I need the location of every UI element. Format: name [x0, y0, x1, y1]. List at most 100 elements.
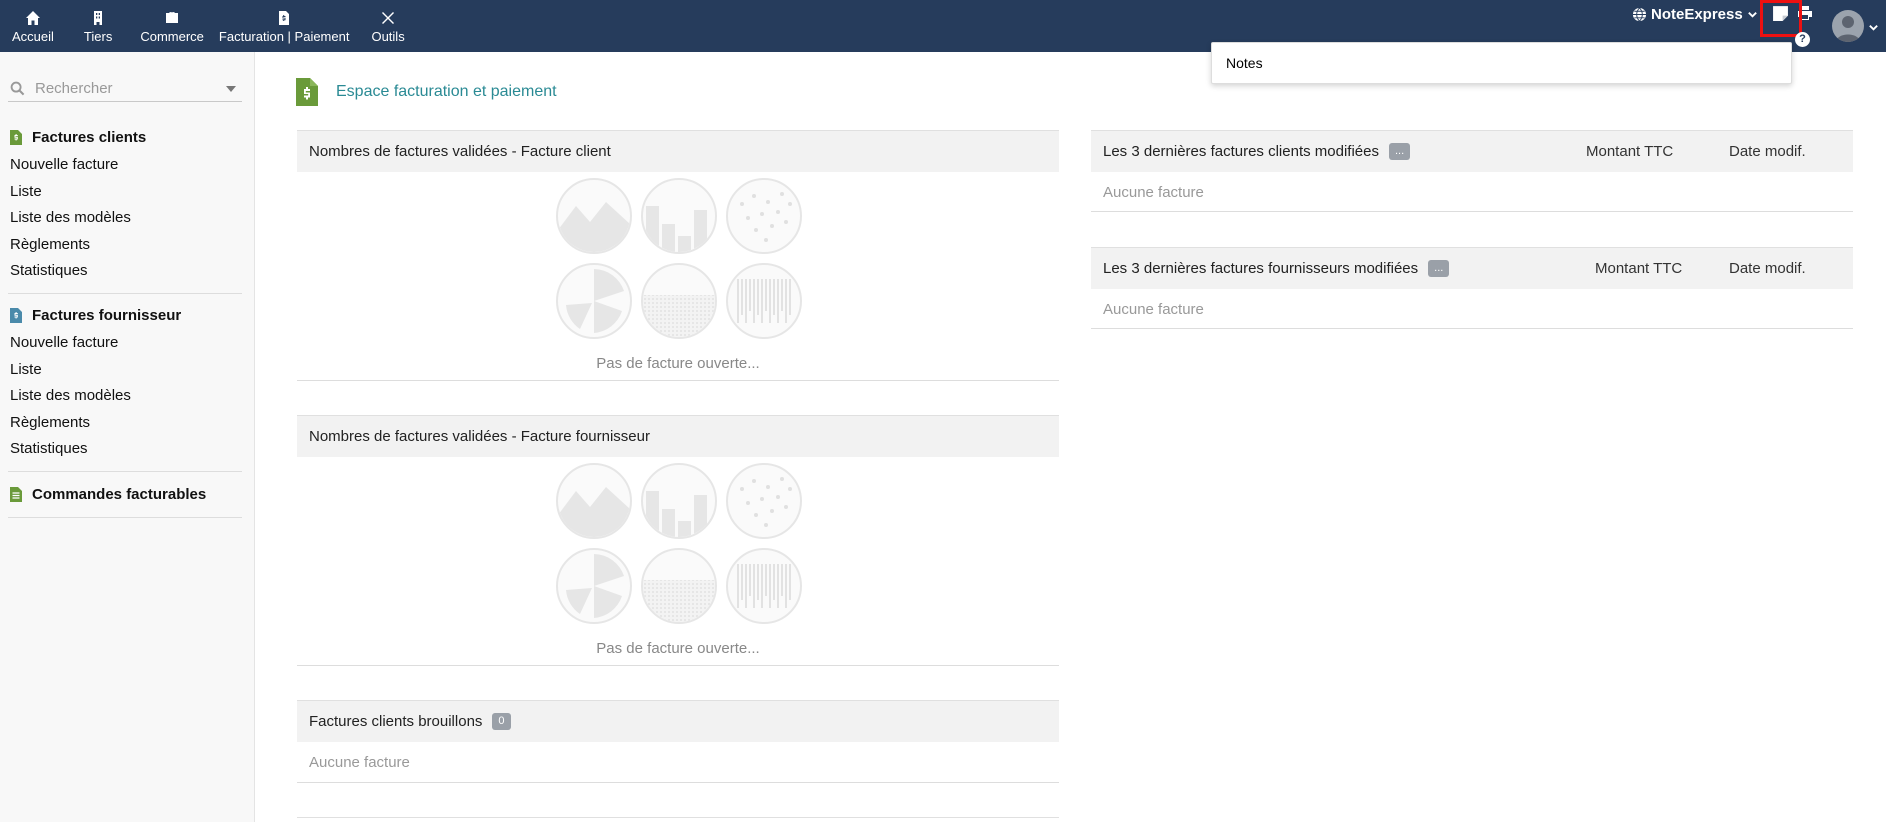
sidebar-item-supplier-payments[interactable]: Règlements [0, 410, 242, 437]
sidebar-title-label: Factures fournisseur [32, 306, 182, 324]
box-header: Factures clients brouillons 0 [297, 700, 1059, 742]
nav-tools-label: Outils [371, 29, 405, 44]
search-input[interactable] [35, 80, 215, 97]
sidebar: Factures clients Nouvelle facture Liste … [0, 52, 255, 822]
box-header: Les 3 dernières factures fournisseurs mo… [1091, 247, 1853, 289]
sticky-note-icon[interactable] [1772, 5, 1789, 22]
scatter-chart-placeholder-icon [726, 178, 802, 254]
search-box [8, 76, 242, 102]
empty-text: Aucune facture [309, 754, 410, 771]
count-badge: 0 [492, 713, 511, 730]
more-badge[interactable]: ... [1428, 260, 1450, 277]
nav-home[interactable]: Accueil [0, 0, 68, 52]
print-icon[interactable] [1797, 5, 1813, 21]
user-icon [1836, 16, 1860, 42]
bar-chart-placeholder-icon [641, 463, 717, 539]
brand-name: NoteExpress [1651, 6, 1743, 23]
heatmap-placeholder-icon [641, 263, 717, 339]
invoice-icon [279, 11, 290, 25]
last-client-invoices-box: Les 3 dernières factures clients modifié… [1091, 130, 1853, 212]
barcode-chart-placeholder-icon [726, 263, 802, 339]
sidebar-section-client-invoices: Factures clients Nouvelle facture Liste … [0, 126, 242, 285]
box-title: Factures clients brouillons [309, 713, 483, 730]
sidebar-title-supplier-invoices[interactable]: Factures fournisseur [0, 304, 242, 326]
building-icon [94, 11, 103, 25]
search-icon [10, 81, 25, 96]
user-menu-chevron-icon[interactable] [1868, 22, 1879, 33]
empty-text: Aucune facture [1103, 184, 1204, 201]
no-open-invoice-text: Pas de facture ouverte... [596, 355, 760, 372]
sidebar-item-client-templates[interactable]: Liste des modèles [0, 205, 242, 232]
area-chart-placeholder-icon [556, 178, 632, 254]
sidebar-title-label: Factures clients [32, 128, 147, 146]
box-title: Nombres de factures validées - Facture f… [309, 428, 650, 445]
pie-chart-placeholder-icon [556, 263, 632, 339]
nav-commerce-label: Commerce [140, 29, 204, 44]
scatter-chart-placeholder-icon [726, 463, 802, 539]
column-header-date: Date modif. [1729, 143, 1806, 160]
next-box-top-border [297, 817, 1059, 818]
last-supplier-invoices-box: Les 3 dernières factures fournisseurs mo… [1091, 247, 1853, 329]
sidebar-title-billable-orders[interactable]: Commandes facturables [0, 483, 242, 505]
globe-icon [1632, 7, 1647, 22]
placeholder-graph-grid [556, 463, 802, 624]
sidebar-divider [8, 471, 242, 472]
sidebar-divider [8, 293, 242, 294]
column-header-amount: Montant TTC [1586, 143, 1674, 160]
sidebar-title-client-invoices[interactable]: Factures clients [0, 126, 242, 148]
nav-commerce[interactable]: Commerce [128, 0, 216, 52]
box-header: Les 3 dernières factures clients modifié… [1091, 130, 1853, 172]
page-title: Espace facturation et paiement [296, 78, 557, 106]
supplier-invoice-icon [10, 307, 22, 323]
sidebar-item-supplier-invoice-list[interactable]: Liste [0, 357, 242, 384]
brand-dropdown[interactable]: NoteExpress [1632, 6, 1762, 23]
nav-tiers[interactable]: Tiers [68, 0, 128, 52]
document-icon [10, 486, 22, 502]
sidebar-item-supplier-statistics[interactable]: Statistiques [0, 436, 242, 463]
avatar[interactable] [1832, 10, 1864, 42]
nav-home-label: Accueil [12, 29, 54, 44]
search-dropdown-caret[interactable] [226, 85, 236, 92]
sidebar-section-supplier-invoices: Factures fournisseur Nouvelle facture Li… [0, 304, 242, 463]
notes-dropdown: Notes [1211, 42, 1792, 84]
column-header-amount: Montant TTC [1595, 260, 1683, 277]
more-badge[interactable]: ... [1388, 143, 1411, 160]
pie-chart-placeholder-icon [556, 548, 632, 624]
box-title: Les 3 dernières factures fournisseurs mo… [1103, 260, 1419, 277]
placeholder-graph-grid [556, 178, 802, 339]
sidebar-section-billable-orders: Commandes facturables [0, 483, 242, 505]
sidebar-divider [8, 517, 242, 518]
sidebar-item-new-supplier-invoice[interactable]: Nouvelle facture [0, 330, 242, 357]
briefcase-icon [166, 12, 179, 23]
tools-icon [382, 12, 395, 24]
bar-chart-placeholder-icon [641, 178, 717, 254]
chevron-down-icon [1747, 12, 1757, 18]
area-chart-placeholder-icon [556, 463, 632, 539]
box-header: Nombres de factures validées - Facture f… [297, 415, 1059, 457]
home-icon [25, 11, 40, 25]
client-draft-invoices-box: Factures clients brouillons 0 Aucune fac… [297, 700, 1059, 783]
sidebar-item-supplier-templates[interactable]: Liste des modèles [0, 383, 242, 410]
sidebar-item-new-client-invoice[interactable]: Nouvelle facture [0, 152, 242, 179]
sidebar-title-label: Commandes facturables [32, 485, 207, 503]
empty-text: Aucune facture [1103, 301, 1204, 318]
no-open-invoice-text: Pas de facture ouverte... [596, 640, 760, 657]
sidebar-item-client-statistics[interactable]: Statistiques [0, 258, 242, 285]
invoice-icon [10, 129, 22, 145]
help-icon[interactable]: ? [1795, 32, 1810, 47]
notes-menu-item[interactable]: Notes [1226, 55, 1263, 71]
nav-billing-label: Facturation | Paiement [218, 29, 350, 44]
sidebar-item-client-payments[interactable]: Règlements [0, 232, 242, 259]
column-header-date: Date modif. [1729, 260, 1806, 277]
nav-tools[interactable]: Outils [357, 0, 418, 52]
client-validated-invoices-box: Nombres de factures validées - Facture c… [297, 130, 1059, 381]
box-header: Nombres de factures validées - Facture c… [297, 130, 1059, 172]
box-title: Nombres de factures validées - Facture c… [309, 143, 611, 160]
page-title-text: Espace facturation et paiement [336, 83, 557, 100]
supplier-validated-invoices-box: Nombres de factures validées - Facture f… [297, 415, 1059, 666]
nav-billing[interactable]: Facturation | Paiement [216, 0, 358, 52]
billing-document-icon [296, 78, 318, 106]
sidebar-item-client-invoice-list[interactable]: Liste [0, 179, 242, 206]
main-menu: Accueil Tiers Commerce Facturation | Pai… [0, 0, 419, 52]
nav-tiers-label: Tiers [83, 29, 113, 44]
